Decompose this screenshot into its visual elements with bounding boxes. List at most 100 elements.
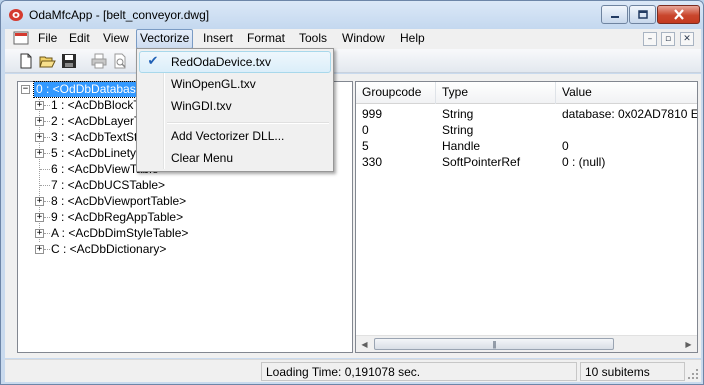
title-bar[interactable]: OdaMfcApp - [belt_conveyor.dwg] [1,1,703,29]
menu-item-label: Add Vectorizer DLL... [171,129,285,143]
tree-node[interactable]: + 8 : <AcDbViewportTable> [18,194,352,210]
scroll-left-icon[interactable]: ◀ [356,336,373,352]
document-icon[interactable] [13,31,29,45]
menu-edit[interactable]: Edit [65,29,94,49]
open-folder-icon[interactable] [38,52,56,70]
window-title: OdaMfcApp - [belt_conveyor.dwg] [29,8,210,22]
horizontal-scrollbar[interactable]: ◀ ||| ▶ [356,335,697,352]
menu-item-clear-menu[interactable]: Clear Menu [139,147,331,169]
menu-format[interactable]: Format [243,29,289,49]
expand-toggle-icon[interactable]: + [35,213,44,222]
column-header-type[interactable]: Type [436,82,556,104]
tree-node-label[interactable]: 9 : <AcDbRegAppTable> [51,210,183,225]
tree-node-label[interactable]: C : <AcDbDictionary> [51,242,166,257]
menu-insert[interactable]: Insert [199,29,237,49]
expand-toggle-icon[interactable]: + [35,133,44,142]
maximize-button[interactable] [629,5,656,24]
menu-window[interactable]: Window [338,29,389,49]
tree-branch-line [44,249,50,250]
cell-groupcode: 999 [362,107,383,121]
tree-branch-line [44,201,50,202]
tree-branch-line [44,105,50,106]
menu-item-wingdi[interactable]: WinGDI.txv [139,95,331,117]
oda-app-icon [9,9,23,21]
column-header-value[interactable]: Value [556,82,697,104]
status-bar: Loading Time: 0,191078 sec. 10 subitems [5,359,701,382]
expand-toggle-icon[interactable]: + [35,197,44,206]
expand-toggle-icon[interactable]: + [35,117,44,126]
app-window: OdaMfcApp - [belt_conveyor.dwg] File Edi… [0,0,704,385]
tree-branch-line [44,233,50,234]
new-document-icon[interactable] [17,52,35,70]
properties-list[interactable]: Groupcode Type Value 999 String database… [355,81,698,353]
cell-groupcode: 5 [362,139,369,153]
mdi-close-button[interactable]: ✕ [680,32,694,46]
tree-branch-line [44,137,50,138]
collapse-toggle-icon[interactable]: − [21,85,30,94]
cell-type: String [442,123,474,137]
table-row[interactable]: 999 String database: 0x02AD7810 E:\ [356,106,697,122]
cell-value: database: 0x02AD7810 E:\ [562,107,697,121]
tree-node[interactable]: + C : <AcDbDictionary> [18,242,352,258]
menu-view[interactable]: View [99,29,133,49]
cell-groupcode: 0 [362,123,369,137]
scroll-grip-icon: ||| [492,339,496,349]
cell-value: 0 : (null) [562,155,606,169]
mdi-restore-button[interactable]: ▫ [661,32,675,46]
minimize-button[interactable] [601,5,628,24]
print-icon[interactable] [90,52,108,70]
menu-help[interactable]: Help [396,29,429,49]
status-pane-empty [9,362,259,381]
scroll-right-icon[interactable]: ▶ [680,336,697,352]
checkmark-icon: ✔ [147,54,159,69]
maximize-icon [637,9,648,19]
tree-branch-line [40,169,50,170]
column-header-groupcode[interactable]: Groupcode [356,82,436,104]
cell-type: String [442,107,474,121]
tree-node[interactable]: 7 : <AcDbUCSTable> [18,178,352,194]
close-icon [673,9,684,20]
menu-item-winopengl[interactable]: WinOpenGL.txv [139,73,331,95]
status-loading-time: Loading Time: 0,191078 sec. [261,362,577,381]
tree-node-label[interactable]: A : <AcDbDimStyleTable> [51,226,188,241]
tree-branch-line [44,153,50,154]
cell-type: Handle [442,139,481,153]
print-preview-icon[interactable] [111,52,129,70]
table-row[interactable]: 0 String [356,122,697,138]
tree-branch-line [44,217,50,218]
menu-item-redodadevice[interactable]: ✔ RedOdaDevice.txv [139,51,331,73]
tree-branch-line [40,185,50,186]
menu-item-label: Clear Menu [171,151,234,165]
cell-groupcode: 330 [362,155,383,169]
menu-item-add-vectorizer-dll[interactable]: Add Vectorizer DLL... [139,125,331,147]
tree-node[interactable]: + A : <AcDbDimStyleTable> [18,226,352,242]
save-icon[interactable] [60,52,78,70]
expand-toggle-icon[interactable]: + [35,101,44,110]
menu-tools[interactable]: Tools [295,29,331,49]
expand-toggle-icon[interactable]: + [35,245,44,254]
document-client-area: − 0 : <OdDbDatabaseImpl> + 1 : <AcDbBloc… [5,74,701,358]
tree-node[interactable]: + 9 : <AcDbRegAppTable> [18,210,352,226]
resize-grip-icon[interactable] [687,368,699,380]
close-button[interactable] [657,5,700,24]
minimize-icon [610,15,619,18]
table-row[interactable]: 5 Handle 0 [356,138,697,154]
tree-node-label[interactable]: 7 : <AcDbUCSTable> [51,178,165,193]
list-header: Groupcode Type Value [356,82,697,104]
cell-type: SoftPointerRef [442,155,521,169]
cell-value: 0 [562,139,569,153]
status-subitems: 10 subitems [580,362,685,381]
mdi-minimize-button[interactable]: – [643,32,657,46]
menu-vectorize[interactable]: Vectorize [136,29,194,49]
tree-branch-line [44,121,50,122]
menu-item-label: WinGDI.txv [171,99,232,113]
menu-bar: File Edit View Vectorize Insert Format T… [5,29,701,49]
menu-file[interactable]: File [34,29,61,49]
tree-node-label[interactable]: 8 : <AcDbViewportTable> [51,194,186,209]
expand-toggle-icon[interactable]: + [35,229,44,238]
scrollbar-thumb[interactable]: ||| [374,338,614,350]
menu-separator [167,122,329,124]
table-row[interactable]: 330 SoftPointerRef 0 : (null) [356,154,697,170]
expand-toggle-icon[interactable]: + [35,149,44,158]
standard-toolbar [5,49,701,73]
